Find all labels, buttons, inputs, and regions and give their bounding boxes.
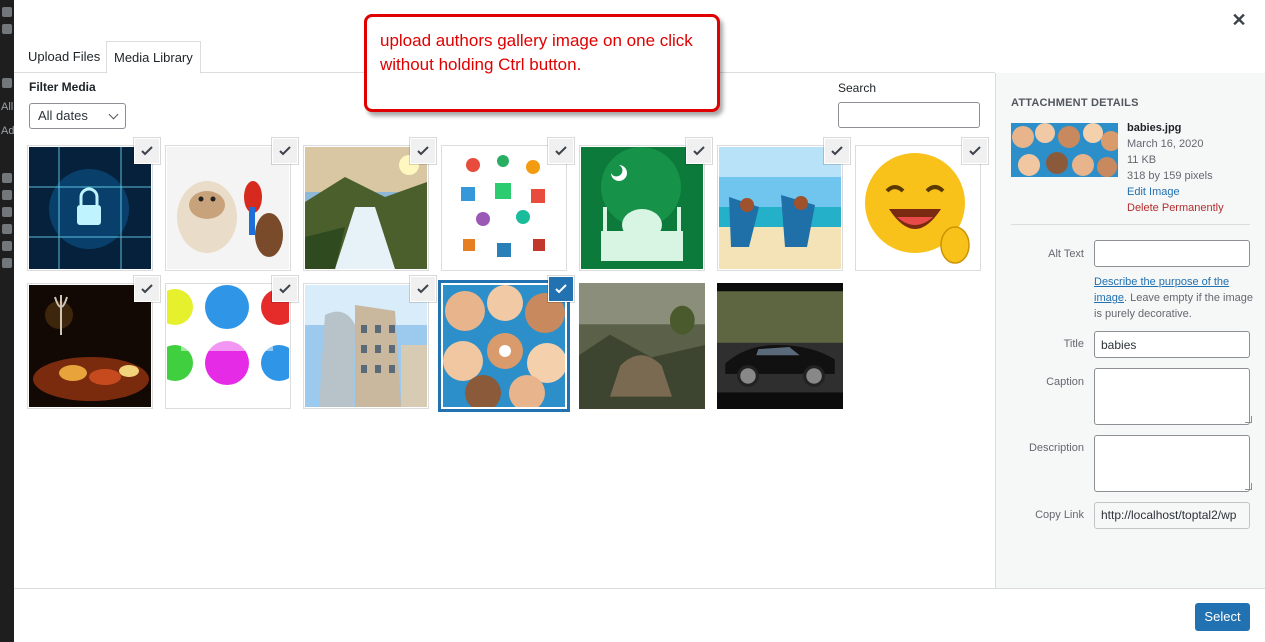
waterfall-landscape-image — [305, 147, 427, 269]
admin-menu-icon — [2, 241, 12, 251]
laughing-emoji-image — [857, 147, 979, 269]
attachment-thumb[interactable] — [579, 139, 711, 271]
alt-text-help: Describe the purpose of the image. Leave… — [1094, 274, 1254, 322]
checkmark-icon — [141, 284, 153, 294]
admin-menu-icon — [2, 78, 12, 88]
details-divider — [1011, 224, 1250, 225]
description-textarea[interactable] — [1094, 435, 1250, 492]
checked-indicator[interactable] — [549, 139, 573, 163]
checked-indicator[interactable] — [273, 277, 297, 301]
checkmark-icon — [693, 146, 705, 156]
attachment-date: March 16, 2020 — [1127, 138, 1204, 150]
attachment-thumb[interactable] — [855, 139, 987, 271]
checkmark-icon — [417, 146, 429, 156]
attachment-preview — [1011, 123, 1118, 177]
title-input[interactable] — [1094, 331, 1250, 358]
attachment-thumb[interactable] — [441, 139, 573, 271]
media-toolbar: Select — [14, 588, 1265, 642]
cyber-security-image — [29, 147, 151, 269]
attachment-thumb[interactable] — [303, 139, 435, 271]
checked-indicator[interactable] — [687, 139, 711, 163]
caption-label: Caption — [1046, 376, 1084, 388]
attachment-thumb[interactable] — [303, 277, 435, 409]
babies-image — [443, 285, 567, 411]
dates-select-value: All dates — [38, 108, 88, 123]
emoji-faces-canstock-image — [157, 285, 297, 407]
description-label: Description — [1028, 442, 1084, 454]
tab-media-library[interactable]: Media Library — [106, 41, 201, 74]
checked-indicator[interactable] — [411, 139, 435, 163]
admin-menu-icon — [2, 7, 12, 17]
checkmark-icon — [279, 284, 291, 294]
beach-chairs-image — [719, 147, 841, 269]
attachment-thumb-selected[interactable] — [441, 277, 573, 411]
caption-textarea[interactable] — [1094, 368, 1250, 425]
copy-link-input[interactable]: http://localhost/toptal2/wp — [1094, 502, 1250, 529]
attachment-meta: babies.jpg March 16, 2020 11 KB 318 by 1… — [1127, 120, 1224, 216]
checkmark-icon — [555, 284, 567, 294]
media-modal: ✕ Upload Files Media Library Filter Medi… — [14, 0, 1265, 642]
checked-indicator[interactable] — [411, 277, 435, 301]
admin-menu-icon — [2, 207, 12, 217]
checked-indicator[interactable] — [135, 139, 159, 163]
mosque-green-image — [581, 147, 703, 269]
admin-menu-label[interactable]: Ad — [1, 119, 14, 143]
select-button[interactable]: Select — [1195, 603, 1250, 631]
dancing-house-image — [305, 285, 427, 407]
resize-handle[interactable] — [1245, 483, 1252, 490]
attachment-thumb[interactable] — [717, 139, 849, 271]
checkmark-icon — [831, 146, 843, 156]
checked-indicator[interactable] — [273, 139, 297, 163]
alt-text-input[interactable] — [1094, 240, 1250, 267]
admin-menu-icon — [2, 224, 12, 234]
admin-menu-icon — [2, 24, 12, 34]
checkmark-icon — [969, 146, 981, 156]
attachment-thumb[interactable] — [717, 283, 843, 409]
attachment-thumb[interactable] — [157, 277, 297, 409]
admin-menu-icon — [2, 190, 12, 200]
attachment-thumb[interactable] — [579, 283, 705, 409]
checkmark-icon — [141, 146, 153, 156]
attachment-thumb[interactable] — [27, 277, 159, 409]
search-input[interactable] — [838, 102, 980, 128]
selected-indicator[interactable] — [549, 277, 573, 301]
attachment-dimensions: 318 by 159 pixels — [1127, 170, 1213, 182]
checked-indicator[interactable] — [963, 139, 987, 163]
resize-handle[interactable] — [1245, 416, 1252, 423]
icons-tree-image — [443, 147, 565, 269]
checked-indicator[interactable] — [135, 277, 159, 301]
admin-menu-label[interactable]: All — [1, 95, 14, 119]
close-icon[interactable]: ✕ — [1231, 11, 1247, 29]
attachment-thumb[interactable] — [165, 139, 297, 271]
delete-permanently-link[interactable]: Delete Permanently — [1127, 200, 1224, 216]
annotation-callout: upload authors gallery image on one clic… — [364, 14, 720, 112]
attachment-thumb[interactable] — [27, 139, 159, 271]
tab-upload-files[interactable]: Upload Files — [20, 41, 108, 73]
chevron-down-icon — [108, 109, 119, 120]
dates-filter-select[interactable]: All dates — [29, 103, 126, 129]
dinner-table-image — [29, 285, 151, 407]
attachment-size: 11 KB — [1127, 154, 1157, 166]
checkmark-icon — [279, 146, 291, 156]
checked-indicator[interactable] — [825, 139, 849, 163]
checkmark-icon — [417, 284, 429, 294]
attachment-filename: babies.jpg — [1127, 122, 1182, 134]
edit-image-link[interactable]: Edit Image — [1127, 184, 1224, 200]
admin-menu-icon — [2, 258, 12, 268]
admin-sidebar-strip: All Ad — [0, 0, 14, 642]
attachment-details-panel: Attachment Details babies.jpg March 16, … — [995, 73, 1265, 588]
alt-text-label: Alt Text — [1048, 248, 1084, 260]
admin-menu-icon — [2, 173, 12, 183]
attachment-details-heading: Attachment Details — [1011, 97, 1139, 109]
bulldog-parrot-cat-image — [167, 147, 289, 269]
title-label: Title — [1063, 338, 1084, 350]
black-sports-car-image — [717, 283, 843, 409]
copy-link-label: Copy Link — [1035, 509, 1084, 521]
checkmark-icon — [555, 146, 567, 156]
filter-media-label: Filter Media — [29, 80, 96, 94]
fantasy-landscape-image — [579, 283, 705, 409]
search-label: Search — [838, 81, 877, 95]
